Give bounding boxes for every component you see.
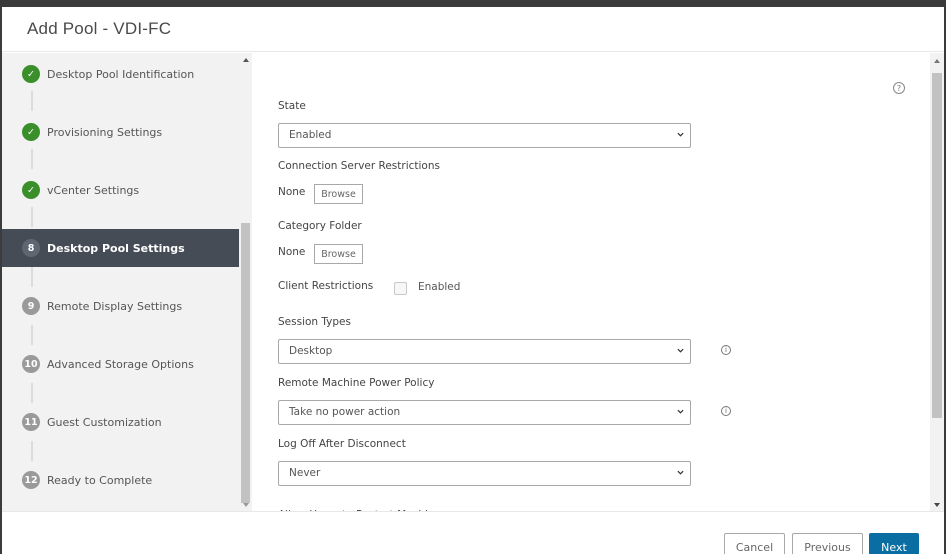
log-off-label: Log Off After Disconnect (278, 438, 406, 450)
power-policy-info-icon[interactable]: i (721, 406, 731, 416)
step-number-badge: 11 (22, 413, 40, 431)
step-connector (31, 267, 33, 287)
step-connector (31, 441, 33, 461)
step-label: vCenter Settings (47, 183, 140, 197)
step-number-badge: 8 (22, 239, 40, 257)
step-connector (31, 149, 33, 169)
log-off-select[interactable]: Never (278, 461, 691, 486)
power-policy-value: Take no power action (289, 406, 401, 418)
state-value: Enabled (289, 129, 332, 141)
help-icon[interactable]: ? (893, 82, 905, 94)
step-label: Desktop Pool Settings (47, 241, 185, 255)
session-types-info-icon[interactable]: i (721, 345, 731, 355)
session-types-select[interactable]: Desktop (278, 339, 691, 364)
scroll-up-arrow-icon[interactable] (934, 59, 940, 63)
wizard-step-provisioning-settings[interactable]: ✓ Provisioning Settings (2, 113, 239, 151)
check-icon: ✓ (22, 181, 40, 199)
scrollbar-thumb[interactable] (241, 223, 250, 503)
wizard-step-guest-customization[interactable]: 11 Guest Customization (2, 403, 239, 441)
step-label: Remote Display Settings (47, 299, 183, 313)
client-restrictions-enabled-label[interactable]: Enabled (418, 281, 460, 293)
step-number-badge: 10 (22, 355, 40, 373)
cancel-button[interactable]: Cancel (724, 533, 785, 554)
scrollbar-thumb[interactable] (932, 73, 942, 418)
add-pool-dialog: Add Pool - VDI-FC ✓ Desktop Pool Identif… (2, 7, 944, 554)
step-label: Ready to Complete (47, 473, 153, 487)
connection-server-restrictions-value: None (278, 186, 306, 198)
chevron-down-icon (677, 132, 684, 137)
step-number-badge: 12 (22, 471, 40, 489)
content-scrollbar[interactable] (930, 53, 944, 511)
scroll-up-arrow-icon[interactable] (243, 58, 249, 62)
chevron-down-icon (677, 348, 684, 353)
sidebar-scrollbar[interactable] (240, 53, 252, 511)
client-restrictions-checkbox[interactable] (394, 282, 407, 295)
step-label: Guest Customization (47, 415, 162, 429)
dialog-header: Add Pool - VDI-FC (2, 7, 944, 52)
wizard-step-ready-to-complete[interactable]: 12 Ready to Complete (2, 461, 239, 499)
step-label: Provisioning Settings (47, 125, 163, 139)
previous-button[interactable]: Previous (792, 533, 863, 554)
category-folder-browse-button[interactable]: Browse (314, 244, 363, 264)
chevron-down-icon (677, 409, 684, 414)
client-restrictions-label: Client Restrictions (278, 280, 374, 292)
wizard-step-desktop-pool-settings[interactable]: 8 Desktop Pool Settings (2, 229, 239, 267)
connection-server-restrictions-label: Connection Server Restrictions (278, 160, 440, 172)
power-policy-label: Remote Machine Power Policy (278, 377, 435, 389)
check-icon: ✓ (22, 65, 40, 83)
wizard-step-advanced-storage-options[interactable]: 10 Advanced Storage Options (2, 345, 239, 383)
connection-server-browse-button[interactable]: Browse (314, 184, 363, 204)
step-connector (31, 325, 33, 345)
step-label: Advanced Storage Options (47, 357, 194, 371)
step-connector (31, 91, 33, 111)
next-button[interactable]: Next (869, 533, 919, 554)
wizard-step-desktop-pool-identification[interactable]: ✓ Desktop Pool Identification (2, 55, 239, 93)
wizard-step-vcenter-settings[interactable]: ✓ vCenter Settings (2, 171, 239, 209)
scroll-down-arrow-icon[interactable] (934, 503, 940, 507)
check-icon: ✓ (22, 123, 40, 141)
wizard-step-remote-display-settings[interactable]: 9 Remote Display Settings (2, 287, 239, 325)
chevron-down-icon (677, 470, 684, 475)
category-folder-value: None (278, 246, 306, 258)
power-policy-select[interactable]: Take no power action (278, 400, 691, 425)
scroll-down-arrow-icon[interactable] (243, 503, 249, 507)
form-content: ? State Enabled Connection Server Restri… (252, 53, 930, 511)
wizard-sidebar: ✓ Desktop Pool Identification ✓ Provisio… (2, 53, 252, 511)
step-connector (31, 383, 33, 403)
session-types-value: Desktop (289, 345, 333, 357)
state-select[interactable]: Enabled (278, 123, 691, 148)
category-folder-label: Category Folder (278, 220, 362, 232)
step-number-badge: 9 (22, 297, 40, 315)
state-label: State (278, 100, 306, 112)
session-types-label: Session Types (278, 316, 351, 328)
step-label: Desktop Pool Identification (47, 67, 195, 81)
step-connector (31, 207, 33, 227)
log-off-value: Never (289, 467, 321, 479)
dialog-title: Add Pool - VDI-FC (27, 19, 172, 38)
